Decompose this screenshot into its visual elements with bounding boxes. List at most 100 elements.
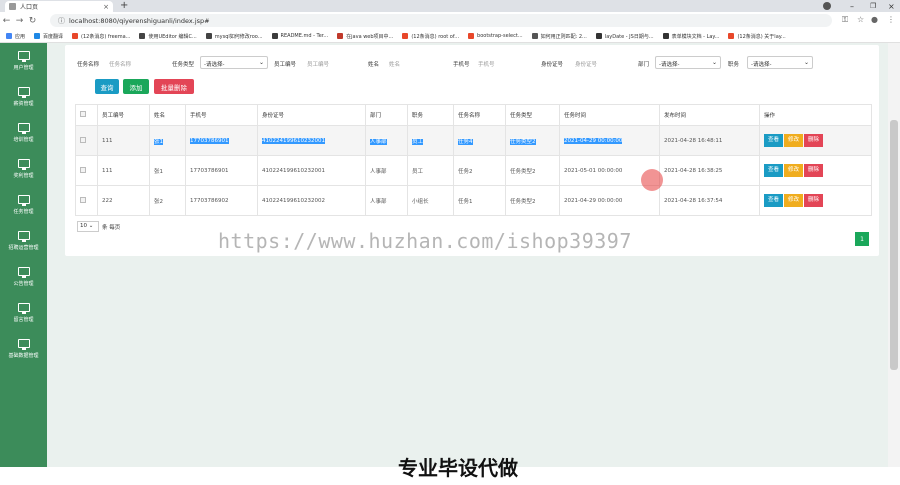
bookmark-item[interactable]: mysql如何修改roo... xyxy=(205,33,263,40)
task-type-value: -请选择- xyxy=(204,62,225,68)
select-all-cell[interactable] xyxy=(75,104,98,126)
add-button[interactable]: 添加 xyxy=(123,79,149,94)
delete-button[interactable]: 删除 xyxy=(804,194,824,207)
table-cell: 人事部 xyxy=(365,185,408,216)
profile-icon[interactable] xyxy=(823,0,831,12)
sidebar-item[interactable]: 任务管理 xyxy=(0,187,47,223)
bookmark-item[interactable]: 如何用正则匹配: 2... xyxy=(531,33,587,40)
sidebar-item-label: 奖利管理 xyxy=(13,173,34,179)
menu-icon[interactable]: ⋮ xyxy=(887,15,895,24)
table-row[interactable]: 222 张2 17703786902 410224199610232002 人事部 小组长… xyxy=(75,185,872,216)
reload-icon[interactable]: ↻ xyxy=(26,16,39,26)
table-row[interactable]: 111 张1 17703786901 410224199610232001 人事部 员工 任… xyxy=(75,155,872,186)
scrollbar-thumb[interactable] xyxy=(890,120,898,370)
sidebar-item[interactable]: 薪资管理 xyxy=(0,79,47,115)
maximize-icon[interactable]: ❐ xyxy=(870,0,876,12)
browser-tab[interactable]: 人口页 × xyxy=(5,1,113,12)
window-close-icon[interactable]: × xyxy=(888,0,895,12)
name-input[interactable]: 姓名 xyxy=(385,56,445,69)
bookmark-item[interactable]: (12条消息) root of... xyxy=(402,33,459,40)
minimize-icon[interactable]: – xyxy=(850,0,854,12)
view-button[interactable]: 查看 xyxy=(764,134,784,147)
view-button[interactable]: 查看 xyxy=(764,164,784,177)
monitor-icon xyxy=(17,267,30,278)
bookmark-item[interactable]: 使用UEditor 编辑C... xyxy=(139,33,197,40)
column-header: 身份证号 xyxy=(257,104,366,126)
bookmark-item[interactable]: bootstrap-select... xyxy=(468,33,523,39)
edit-button[interactable]: 修改 xyxy=(784,194,804,207)
page-size-select[interactable]: 10 ⌄ xyxy=(77,221,99,232)
bookmark-label: 应用 xyxy=(15,33,26,40)
table-cell: 员工 xyxy=(407,155,454,186)
bookmark-item[interactable]: (12条消息) 关于lay... xyxy=(728,33,786,40)
cell-text: 410224199610232002 xyxy=(262,197,325,204)
sidebar-item[interactable]: 奖利管理 xyxy=(0,151,47,187)
edit-button[interactable]: 修改 xyxy=(784,134,804,147)
idcard-input[interactable]: 身份证号 xyxy=(571,56,631,69)
sidebar-item[interactable]: 基础数据管理 xyxy=(0,331,47,367)
cell-text: 小组长 xyxy=(412,198,429,205)
dept-label: 部门 xyxy=(638,62,650,68)
row-checkbox[interactable] xyxy=(80,196,86,203)
sidebar-item[interactable]: 招聘运营管理 xyxy=(0,223,47,259)
bookmark-item[interactable]: 应用 xyxy=(6,33,25,40)
close-tab-icon[interactable]: × xyxy=(103,3,109,11)
star-icon[interactable]: ☆ xyxy=(857,15,864,24)
cell-text: 任务1 xyxy=(458,198,473,205)
cell-text: 410224199610232001 xyxy=(262,137,325,144)
new-tab-icon[interactable]: + xyxy=(120,0,128,11)
batch-delete-button[interactable]: 批量删除 xyxy=(154,79,194,94)
row-select-cell[interactable] xyxy=(75,125,98,156)
table-cell: 17703786901 xyxy=(185,155,258,186)
row-select-cell[interactable] xyxy=(75,185,98,216)
cursor-highlight xyxy=(641,169,663,191)
key-icon[interactable]: ⚿ xyxy=(842,15,848,25)
row-select-cell[interactable] xyxy=(75,155,98,186)
select-all-checkbox[interactable] xyxy=(80,111,86,117)
search-button[interactable]: 查询 xyxy=(95,79,119,94)
sidebar-item[interactable]: 培训管理 xyxy=(0,115,47,151)
row-checkbox[interactable] xyxy=(80,166,86,173)
bookmark-item[interactable]: README.md - Ter... xyxy=(271,33,328,39)
monitor-icon xyxy=(17,231,30,242)
table-cell: 410224199610232001 xyxy=(257,155,366,186)
address-bar[interactable]: ⓘ localhost:8080/qiyerenshiguanli/index.… xyxy=(50,14,832,27)
column-header: 发布时间 xyxy=(659,104,760,126)
table-cell: 2021-04-29 00:00:00 xyxy=(559,125,660,156)
emp-no-input[interactable]: 员工编号 xyxy=(303,56,359,69)
post-label: 职务 xyxy=(728,62,740,68)
page-1-button[interactable]: 1 xyxy=(855,232,869,246)
url-text: localhost:8080/qiyerenshiguanli/index.js… xyxy=(69,16,210,25)
bookmark-label: (12条消息) freema... xyxy=(81,33,131,40)
view-button[interactable]: 查看 xyxy=(764,194,784,207)
bookmark-item[interactable]: (12条消息) freema... xyxy=(72,33,130,40)
sidebar-item[interactable]: 留言管理 xyxy=(0,295,47,331)
table-row[interactable]: 111 张1 17703786901 410224199610232001 人事部 员工 任… xyxy=(75,125,872,156)
sidebar-item-label: 培训管理 xyxy=(13,137,34,143)
task-name-input[interactable]: 任务名称 xyxy=(105,56,163,69)
sidebar-item[interactable]: 公告管理 xyxy=(0,259,47,295)
dept-select[interactable]: -请选择- ⌄ xyxy=(655,56,721,69)
forward-icon[interactable]: → xyxy=(13,16,26,26)
table-cell: 任务2 xyxy=(453,155,506,186)
back-icon[interactable]: ← xyxy=(0,16,13,26)
cell-text: 2021-04-28 16:48:11 xyxy=(664,137,723,144)
bookmark-label: bootstrap-select... xyxy=(477,33,523,39)
bookmark-item[interactable]: 百度翻译 xyxy=(34,33,63,40)
bookmark-icon xyxy=(728,33,735,39)
phone-input[interactable]: 手机号 xyxy=(474,56,534,69)
account-icon[interactable]: ● xyxy=(871,15,878,24)
delete-button[interactable]: 删除 xyxy=(804,164,824,177)
bookmark-item[interactable]: layDate - JS日期与... xyxy=(595,33,654,40)
sidebar-item-label: 公告管理 xyxy=(13,281,34,287)
delete-button[interactable]: 删除 xyxy=(804,134,824,147)
sidebar-item[interactable]: 用户管理 xyxy=(0,43,47,79)
task-type-select[interactable]: -请选择- ⌄ xyxy=(200,56,268,69)
column-header: 任务时间 xyxy=(559,104,660,126)
bookmark-item[interactable]: 表单模块文档 - Lay... xyxy=(662,33,719,40)
post-select[interactable]: -请选择- ⌄ xyxy=(747,56,813,69)
row-checkbox[interactable] xyxy=(80,136,86,143)
bookmark-item[interactable]: 在java web项目中... xyxy=(337,33,393,40)
name-label: 姓名 xyxy=(368,62,380,68)
edit-button[interactable]: 修改 xyxy=(784,164,804,177)
